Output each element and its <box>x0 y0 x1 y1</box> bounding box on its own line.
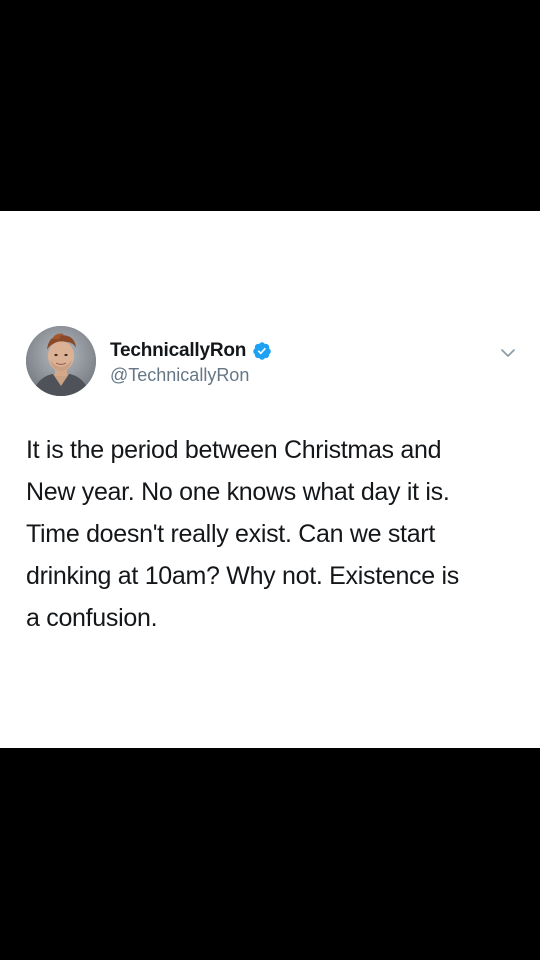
screenshot-frame: TechnicallyRon @TechnicallyRon It is the… <box>0 0 540 960</box>
name-row: TechnicallyRon <box>110 339 272 363</box>
display-name[interactable]: TechnicallyRon <box>110 340 246 362</box>
user-handle[interactable]: @TechnicallyRon <box>110 365 249 386</box>
tweet-text-line: a confusion. <box>26 604 158 632</box>
tweet-text-line: New year. No one knows what day it is. <box>26 478 450 506</box>
chevron-down-icon[interactable] <box>498 343 518 363</box>
tweet-card[interactable]: TechnicallyRon @TechnicallyRon It is the… <box>0 211 540 748</box>
tweet-text: It is the period between Christmas and N… <box>26 429 516 639</box>
tweet-text-line: Time doesn't really exist. Can we start <box>26 520 435 548</box>
tweet-text-line: drinking at 10am? Why not. Existence is <box>26 562 459 590</box>
avatar[interactable] <box>26 326 96 396</box>
verified-badge-icon <box>252 341 272 361</box>
tweet-text-line: It is the period between Christmas and <box>26 436 442 464</box>
avatar-image <box>26 326 96 396</box>
